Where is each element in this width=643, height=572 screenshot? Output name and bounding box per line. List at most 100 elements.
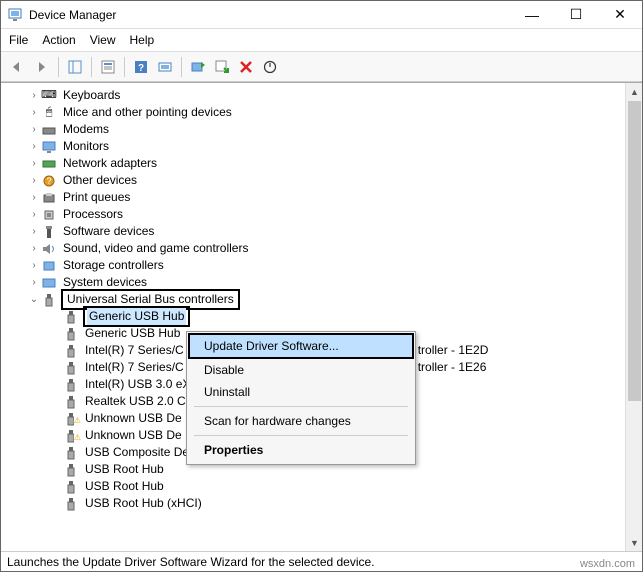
ctx-separator [194,406,408,407]
tree-item-sound[interactable]: Sound, video and game controllers [1,240,625,257]
tree-item-monitors[interactable]: Monitors [1,138,625,155]
tree-item-other[interactable]: ?Other devices [1,172,625,189]
expand-icon[interactable] [27,189,41,206]
uninstall-button[interactable] [235,56,257,78]
tree-item-label: Unknown USB De [83,427,184,444]
tree-item-label: USB Root Hub [83,478,166,495]
ctx-scan[interactable]: Scan for hardware changes [190,410,412,432]
expand-icon[interactable] [27,257,41,274]
install-legacy-button[interactable] [211,56,233,78]
tree-item-label: Network adapters [61,155,159,172]
tree-item-label: Generic USB Hub [87,308,186,325]
scroll-down-button[interactable]: ▼ [626,534,642,551]
usb-device-icon [63,445,79,461]
tree-item-network[interactable]: Network adapters [1,155,625,172]
tree-item-label: Realtek USB 2.0 C [83,393,188,410]
menubar: File Action View Help [1,29,642,52]
usb-device-icon [63,377,79,393]
svg-text:?: ? [46,176,51,186]
status-bar: Launches the Update Driver Software Wiza… [1,551,642,571]
tree-item-keyboards[interactable]: ⌨Keyboards [1,87,625,104]
keyboard-icon: ⌨ [41,88,57,104]
expand-icon[interactable] [27,223,41,240]
tree-item-roothub2[interactable]: USB Root Hub [1,478,625,495]
minimize-button[interactable]: — [510,1,554,29]
tree-item-roothubx[interactable]: USB Root Hub (xHCI) [1,495,625,512]
expand-icon[interactable] [27,87,41,104]
properties-button[interactable] [97,56,119,78]
toolbar-separator [58,57,59,77]
menu-file[interactable]: File [9,33,28,47]
window-title: Device Manager [29,8,510,22]
menu-action[interactable]: Action [42,33,75,47]
tree-item-label: Sound, video and game controllers [61,240,250,257]
ctx-disable[interactable]: Disable [190,359,412,381]
scroll-thumb[interactable] [628,101,641,401]
tree-item-label: Modems [61,121,111,138]
modem-icon [41,122,57,138]
expand-icon[interactable] [27,138,41,155]
back-button[interactable] [7,56,29,78]
scroll-up-button[interactable]: ▲ [626,83,642,100]
tree-item-label: Mice and other pointing devices [61,104,234,121]
expand-icon[interactable] [27,172,41,189]
system-icon [41,275,57,291]
ctx-uninstall[interactable]: Uninstall [190,381,412,403]
software-icon [41,224,57,240]
usb-device-icon [63,462,79,478]
disable-button[interactable] [259,56,281,78]
tree-item-label: Software devices [61,223,156,240]
tree-item-modems[interactable]: Modems [1,121,625,138]
network-icon [41,156,57,172]
expand-icon[interactable] [27,240,41,257]
ctx-update-driver[interactable]: Update Driver Software... [188,333,414,359]
tree-item-label: Generic USB Hub [83,325,182,342]
tree-item-label: Unknown USB De [83,410,184,427]
menu-help[interactable]: Help [130,33,155,47]
usb-device-icon [63,360,79,376]
show-hide-tree-button[interactable] [64,56,86,78]
tree-item-storage[interactable]: Storage controllers [1,257,625,274]
tree-item-software[interactable]: Software devices [1,223,625,240]
tree-item-printqueues[interactable]: Print queues [1,189,625,206]
ctx-properties[interactable]: Properties [190,439,412,461]
app-icon [7,7,23,23]
tree-item-label: Print queues [61,189,132,206]
tree-item-label: Monitors [61,138,111,155]
maximize-button[interactable]: ☐ [554,1,598,29]
update-driver-button[interactable] [187,56,209,78]
tree-item-label: Intel(R) USB 3.0 eX [83,376,192,393]
expand-icon[interactable] [27,104,41,121]
sound-icon [41,241,57,257]
scan-hardware-button[interactable] [154,56,176,78]
usb-device-warning-icon [63,411,79,427]
expand-icon[interactable] [27,155,41,172]
tree-item-processors[interactable]: Processors [1,206,625,223]
usb-device-warning-icon [63,428,79,444]
tree-item-label: Intel(R) 7 Series/C [83,342,186,359]
close-button[interactable]: ✕ [598,1,642,29]
vertical-scrollbar[interactable]: ▲ ▼ [625,83,642,551]
tree-item-label-suffix: troller - 1E2D [416,342,491,359]
usb-icon [41,292,57,308]
help-button[interactable]: ? [130,56,152,78]
cpu-icon [41,207,57,223]
mouse-icon: 🖱 [41,105,57,121]
toolbar-separator [181,57,182,77]
svg-text:?: ? [138,63,144,74]
forward-button[interactable] [31,56,53,78]
collapse-icon[interactable] [27,291,41,308]
usb-device-icon [63,343,79,359]
device-tree[interactable]: ⌨Keyboards 🖱Mice and other pointing devi… [1,83,625,551]
expand-icon[interactable] [27,274,41,291]
menu-view[interactable]: View [90,33,116,47]
toolbar: ? [1,52,642,82]
context-menu: Update Driver Software... Disable Uninst… [186,331,416,465]
expand-icon[interactable] [27,121,41,138]
expand-icon[interactable] [27,206,41,223]
usb-device-icon [63,326,79,342]
tree-item-label-suffix: troller - 1E26 [416,359,489,376]
titlebar: Device Manager — ☐ ✕ [1,1,642,29]
tree-item-mice[interactable]: 🖱Mice and other pointing devices [1,104,625,121]
tree-item-generic-usb-hub-selected[interactable]: Generic USB Hub [1,308,625,325]
